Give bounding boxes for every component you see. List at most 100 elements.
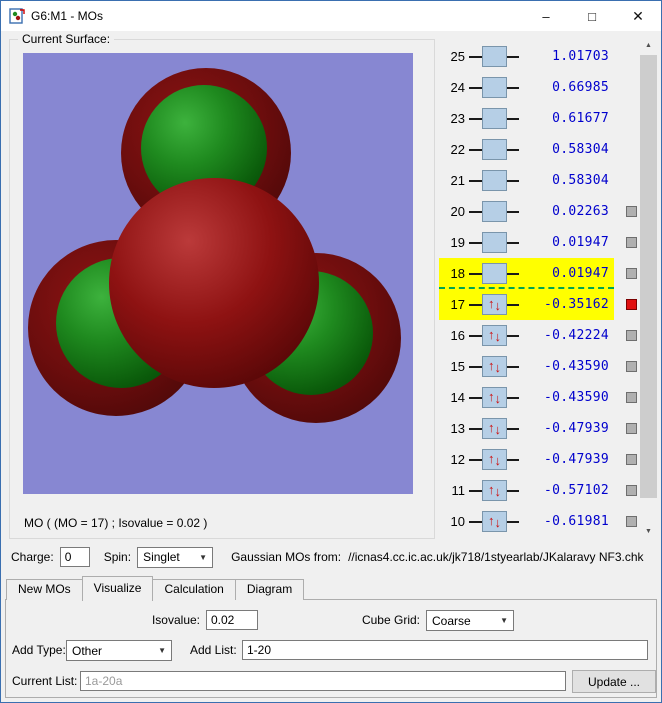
energy-level-line [507, 365, 519, 368]
scrollbar-thumb[interactable] [640, 55, 657, 498]
add-type-select[interactable]: Other ▼ [66, 640, 172, 661]
visualize-panel: Isovalue: Cube Grid: Coarse ▼ Add Type: … [5, 599, 657, 698]
mo-orbital-box[interactable]: ↑ ↓ [482, 356, 507, 377]
mo-row: 21 ↑ ↓ 0.58304 [439, 165, 639, 196]
mo-row-main[interactable]: 24 ↑ ↓ 0.66985 [439, 72, 614, 103]
mo-energy-value: 0.58304 [552, 142, 609, 157]
mo-orbital-box[interactable]: ↑ ↓ [482, 232, 507, 253]
mo-energy-value: -0.43590 [543, 390, 609, 405]
window-title: G6:M1 - MOs [31, 9, 104, 23]
tab-diagram[interactable]: Diagram [234, 579, 305, 600]
maximize-button[interactable]: □ [569, 1, 615, 31]
mo-orbital-box[interactable]: ↑ ↓ [482, 449, 507, 470]
mo-checkbox[interactable] [626, 516, 637, 527]
mo-row-main[interactable]: 17 ↑ ↓ -0.35162 [439, 289, 614, 320]
mo-orbital-box[interactable]: ↑ ↓ [482, 139, 507, 160]
mo-row-main[interactable]: 22 ↑ ↓ 0.58304 [439, 134, 614, 165]
tabstrip: New MOs Visualize Calculation Diagram [6, 576, 305, 601]
energy-level-line [469, 272, 482, 275]
mo-row: 17 ↑ ↓ -0.35162 [439, 289, 639, 320]
mo-row-main[interactable]: 23 ↑ ↓ 0.61677 [439, 103, 614, 134]
energy-level-line [507, 303, 519, 306]
mo-row-main[interactable]: 15 ↑ ↓ -0.43590 [439, 351, 614, 382]
charge-input[interactable] [59, 547, 90, 567]
mo-number: 20 [450, 204, 465, 219]
add-type-value: Other [72, 643, 103, 658]
energy-level-line [507, 334, 519, 337]
mo-row-main[interactable]: 19 ↑ ↓ 0.01947 [439, 227, 614, 258]
mo-orbital-box[interactable]: ↑ ↓ [482, 480, 507, 501]
tab-calculation[interactable]: Calculation [152, 579, 236, 600]
mo-orbital-box[interactable]: ↑ ↓ [482, 170, 507, 191]
mo-orbital-box[interactable]: ↑ ↓ [482, 46, 507, 67]
spin-down-arrow-icon: ↓ [494, 360, 502, 375]
energy-level-line [469, 86, 482, 89]
spin-select[interactable]: Singlet ▼ [137, 546, 214, 568]
mo-checkbox[interactable] [626, 237, 637, 248]
tab-new-mos[interactable]: New MOs [6, 579, 83, 600]
cube-grid-select[interactable]: Coarse ▼ [426, 610, 514, 631]
mo-row: 24 ↑ ↓ 0.66985 [439, 72, 639, 103]
spin-down-arrow-icon: ↓ [494, 422, 502, 437]
charge-label: Charge: [11, 550, 54, 564]
spin-down-arrow-icon: ↓ [494, 484, 502, 499]
close-button[interactable]: ✕ [615, 1, 661, 31]
mo-number: 19 [450, 235, 465, 250]
current-list-input[interactable] [80, 671, 566, 691]
mo-checkbox[interactable] [626, 423, 637, 434]
mo-caption: MO ( (MO = 17) ; Isovalue = 0.02 ) [24, 516, 208, 530]
molecule-viewer[interactable] [23, 53, 413, 494]
mo-energy-value: 0.01947 [552, 266, 609, 281]
isovalue-input[interactable] [206, 610, 258, 630]
titlebar: G6:M1 - MOs – □ ✕ [1, 1, 661, 31]
update-button[interactable]: Update ... [572, 670, 656, 693]
mo-number: 23 [450, 111, 465, 126]
spin-value: Singlet [143, 550, 180, 564]
mo-row-main[interactable]: 14 ↑ ↓ -0.43590 [439, 382, 614, 413]
mo-row-main[interactable]: 21 ↑ ↓ 0.58304 [439, 165, 614, 196]
mo-row-main[interactable]: 16 ↑ ↓ -0.42224 [439, 320, 614, 351]
mo-number: 25 [450, 49, 465, 64]
scroll-down-button[interactable]: ▼ [640, 523, 657, 540]
mo-row-main[interactable]: 20 ↑ ↓ 0.02263 [439, 196, 614, 227]
mo-orbital-box[interactable]: ↑ ↓ [482, 201, 507, 222]
tab-visualize[interactable]: Visualize [81, 576, 154, 601]
energy-level-line [469, 241, 482, 244]
mo-energy-value: 0.01947 [552, 235, 609, 250]
energy-level-line [507, 272, 519, 275]
mo-checkbox[interactable] [626, 485, 637, 496]
mo-number: 14 [450, 390, 465, 405]
window: G6:M1 - MOs – □ ✕ Current Surface: MO ( … [0, 0, 662, 703]
mo-checkbox[interactable] [626, 330, 637, 341]
mo-orbital-box[interactable]: ↑ ↓ [482, 108, 507, 129]
isovalue-label: Isovalue: [151, 613, 200, 627]
mo-orbital-box[interactable]: ↑ ↓ [482, 294, 507, 315]
mo-number: 16 [450, 328, 465, 343]
mo-checkbox[interactable] [626, 454, 637, 465]
mo-orbital-box[interactable]: ↑ ↓ [482, 387, 507, 408]
add-list-input[interactable] [242, 640, 648, 660]
minimize-button[interactable]: – [523, 1, 569, 31]
mo-orbital-box[interactable]: ↑ ↓ [482, 77, 507, 98]
mo-checkbox[interactable] [626, 299, 637, 310]
mo-orbital-box[interactable]: ↑ ↓ [482, 418, 507, 439]
mo-row-main[interactable]: 25 ↑ ↓ 1.01703 [439, 41, 614, 72]
mo-row-main[interactable]: 11 ↑ ↓ -0.57102 [439, 475, 614, 506]
mo-checkbox[interactable] [626, 392, 637, 403]
mo-orbital-box[interactable]: ↑ ↓ [482, 263, 507, 284]
mo-orbital-box[interactable]: ↑ ↓ [482, 511, 507, 532]
mo-row-main[interactable]: 18 ↑ ↓ 0.01947 [439, 258, 614, 289]
mo-checkbox[interactable] [626, 268, 637, 279]
mo-checkbox[interactable] [626, 206, 637, 217]
mo-row-main[interactable]: 13 ↑ ↓ -0.47939 [439, 413, 614, 444]
mo-checkbox[interactable] [626, 361, 637, 372]
scrollbar[interactable]: ▲ ▼ [640, 37, 657, 540]
mo-number: 24 [450, 80, 465, 95]
mo-orbital-box[interactable]: ↑ ↓ [482, 325, 507, 346]
scroll-up-button[interactable]: ▲ [640, 37, 657, 54]
mo-row-main[interactable]: 10 ↑ ↓ -0.61981 [439, 506, 614, 537]
mo-row: 18 ↑ ↓ 0.01947 [439, 258, 639, 289]
cube-grid-label: Cube Grid: [361, 613, 420, 627]
charge-row: Charge: Spin: Singlet ▼ Gaussian MOs fro… [11, 545, 644, 569]
mo-row-main[interactable]: 12 ↑ ↓ -0.47939 [439, 444, 614, 475]
